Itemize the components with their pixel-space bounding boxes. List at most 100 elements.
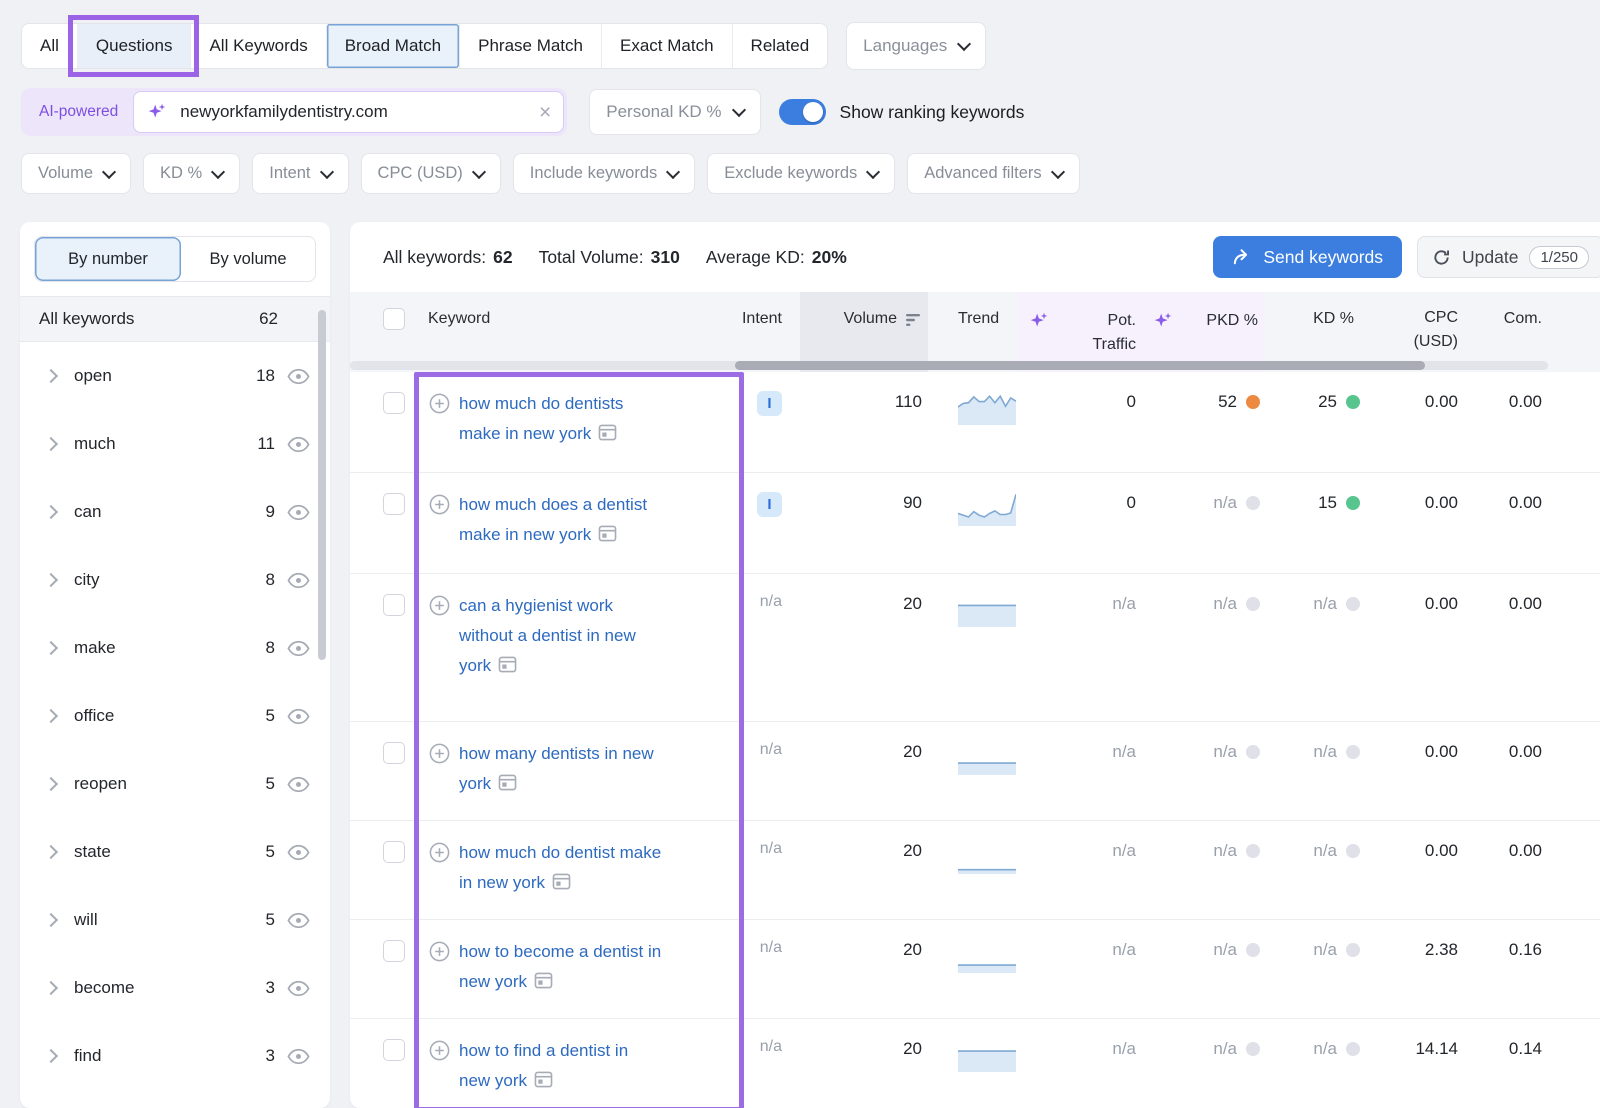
sidebar-group-open[interactable]: open18: [20, 342, 330, 410]
eye-icon[interactable]: [287, 433, 310, 456]
add-keyword-icon[interactable]: [428, 940, 451, 963]
filter-cpc-usd-[interactable]: CPC (USD): [361, 153, 501, 194]
add-keyword-icon[interactable]: [428, 493, 451, 516]
tab-broad-match[interactable]: Broad Match: [326, 24, 459, 68]
sidebar-group-will[interactable]: will5: [20, 886, 330, 954]
chevron-right-icon[interactable]: [44, 505, 58, 519]
add-keyword-icon[interactable]: [428, 392, 451, 415]
eye-icon[interactable]: [287, 841, 310, 864]
clear-search-icon[interactable]: ×: [539, 102, 551, 123]
filter-intent[interactable]: Intent: [252, 153, 348, 194]
sidebar-group-become[interactable]: become3: [20, 954, 330, 1022]
eye-icon[interactable]: [287, 909, 310, 932]
search-box[interactable]: ×: [133, 91, 564, 133]
all-keywords-group[interactable]: All keywords 62: [20, 296, 330, 342]
sidebar-group-make[interactable]: make8: [20, 614, 330, 682]
eye-icon[interactable]: [287, 569, 310, 592]
header-intent[interactable]: Intent: [734, 292, 800, 372]
send-keywords-button[interactable]: Send keywords: [1213, 236, 1402, 278]
serp-icon[interactable]: [534, 972, 553, 989]
keyword-link[interactable]: how many dentists in new york: [459, 739, 664, 799]
serp-icon[interactable]: [534, 1071, 553, 1088]
header-trend[interactable]: Trend: [928, 292, 1018, 372]
chevron-right-icon[interactable]: [44, 845, 58, 859]
eye-icon[interactable]: [287, 637, 310, 660]
show-ranking-toggle[interactable]: [779, 99, 826, 125]
filter-include-keywords[interactable]: Include keywords: [513, 153, 695, 194]
personal-kd-dropdown[interactable]: Personal KD %: [589, 89, 760, 135]
serp-icon[interactable]: [598, 525, 617, 542]
sidebar-group-much[interactable]: much11: [20, 410, 330, 478]
add-keyword-icon[interactable]: [428, 1039, 451, 1062]
serp-icon[interactable]: [598, 424, 617, 441]
header-com[interactable]: Com.: [1464, 292, 1548, 372]
search-input[interactable]: [178, 101, 529, 123]
chevron-right-icon[interactable]: [44, 437, 58, 451]
header-kd[interactable]: KD %: [1264, 292, 1364, 372]
keyword-link[interactable]: how to find a dentist in new york: [459, 1036, 664, 1096]
sidebar-group-reopen[interactable]: reopen5: [20, 750, 330, 818]
eye-icon[interactable]: [287, 501, 310, 524]
eye-icon[interactable]: [287, 705, 310, 728]
header-pkd[interactable]: PKD %: [1142, 292, 1264, 372]
row-checkbox[interactable]: [383, 493, 405, 515]
filter-kd-[interactable]: KD %: [143, 153, 240, 194]
tab-phrase-match[interactable]: Phrase Match: [459, 24, 601, 68]
filter-volume[interactable]: Volume: [21, 153, 131, 194]
row-checkbox[interactable]: [383, 742, 405, 764]
languages-dropdown[interactable]: Languages: [846, 22, 986, 70]
sidebar-group-city[interactable]: city8: [20, 546, 330, 614]
keyword-link[interactable]: how to become a dentist in new york: [459, 937, 664, 997]
horizontal-scrollbar-thumb[interactable]: [735, 361, 1425, 370]
tab-questions[interactable]: Questions: [77, 24, 191, 68]
row-checkbox[interactable]: [383, 392, 405, 414]
serp-icon[interactable]: [498, 656, 517, 673]
select-all-checkbox[interactable]: [383, 308, 405, 330]
row-checkbox[interactable]: [383, 594, 405, 616]
chevron-right-icon[interactable]: [44, 573, 58, 587]
tab-all[interactable]: All: [22, 24, 77, 68]
chevron-right-icon[interactable]: [44, 641, 58, 655]
row-checkbox[interactable]: [383, 841, 405, 863]
keyword-link[interactable]: can a hygienist work without a dentist i…: [459, 591, 664, 681]
row-checkbox[interactable]: [383, 1039, 405, 1061]
add-keyword-icon[interactable]: [428, 594, 451, 617]
sidebar-scrollbar[interactable]: [318, 310, 326, 660]
intent-badge-informational[interactable]: I: [757, 492, 782, 517]
sort-by-volume-tab[interactable]: By volume: [181, 237, 315, 281]
add-keyword-icon[interactable]: [428, 841, 451, 864]
chevron-right-icon[interactable]: [44, 1049, 58, 1063]
tab-related[interactable]: Related: [732, 24, 828, 68]
header-pot-traffic[interactable]: Pot.Traffic: [1018, 292, 1142, 372]
keyword-link[interactable]: how much does a dentist make in new york: [459, 490, 664, 550]
tab-exact-match[interactable]: Exact Match: [601, 24, 732, 68]
update-button[interactable]: Update 1/250: [1417, 236, 1600, 278]
keyword-link[interactable]: how much do dentist make in new york: [459, 838, 664, 898]
chevron-right-icon[interactable]: [44, 913, 58, 927]
header-volume[interactable]: Volume: [800, 292, 928, 372]
sidebar-group-can[interactable]: can9: [20, 478, 330, 546]
eye-icon[interactable]: [287, 1045, 310, 1068]
keyword-link[interactable]: how much do dentists make in new york: [459, 389, 664, 449]
chevron-right-icon[interactable]: [44, 709, 58, 723]
filter-exclude-keywords[interactable]: Exclude keywords: [707, 153, 895, 194]
serp-icon[interactable]: [552, 873, 571, 890]
sidebar-group-find[interactable]: find3: [20, 1022, 330, 1090]
horizontal-scrollbar[interactable]: [350, 361, 1548, 370]
intent-badge-informational[interactable]: I: [757, 391, 782, 416]
row-checkbox[interactable]: [383, 940, 405, 962]
sidebar-group-office[interactable]: office5: [20, 682, 330, 750]
sidebar-group-state[interactable]: state5: [20, 818, 330, 886]
eye-icon[interactable]: [287, 365, 310, 388]
eye-icon[interactable]: [287, 773, 310, 796]
eye-icon[interactable]: [287, 977, 310, 1000]
chevron-right-icon[interactable]: [44, 369, 58, 383]
sort-by-number-tab[interactable]: By number: [35, 237, 181, 281]
header-keyword[interactable]: Keyword: [414, 292, 734, 372]
add-keyword-icon[interactable]: [428, 742, 451, 765]
filter-advanced-filters[interactable]: Advanced filters: [907, 153, 1079, 194]
serp-icon[interactable]: [498, 774, 517, 791]
tab-all-keywords[interactable]: All Keywords: [190, 24, 325, 68]
header-cpc[interactable]: CPC (USD): [1364, 292, 1464, 372]
chevron-right-icon[interactable]: [44, 777, 58, 791]
